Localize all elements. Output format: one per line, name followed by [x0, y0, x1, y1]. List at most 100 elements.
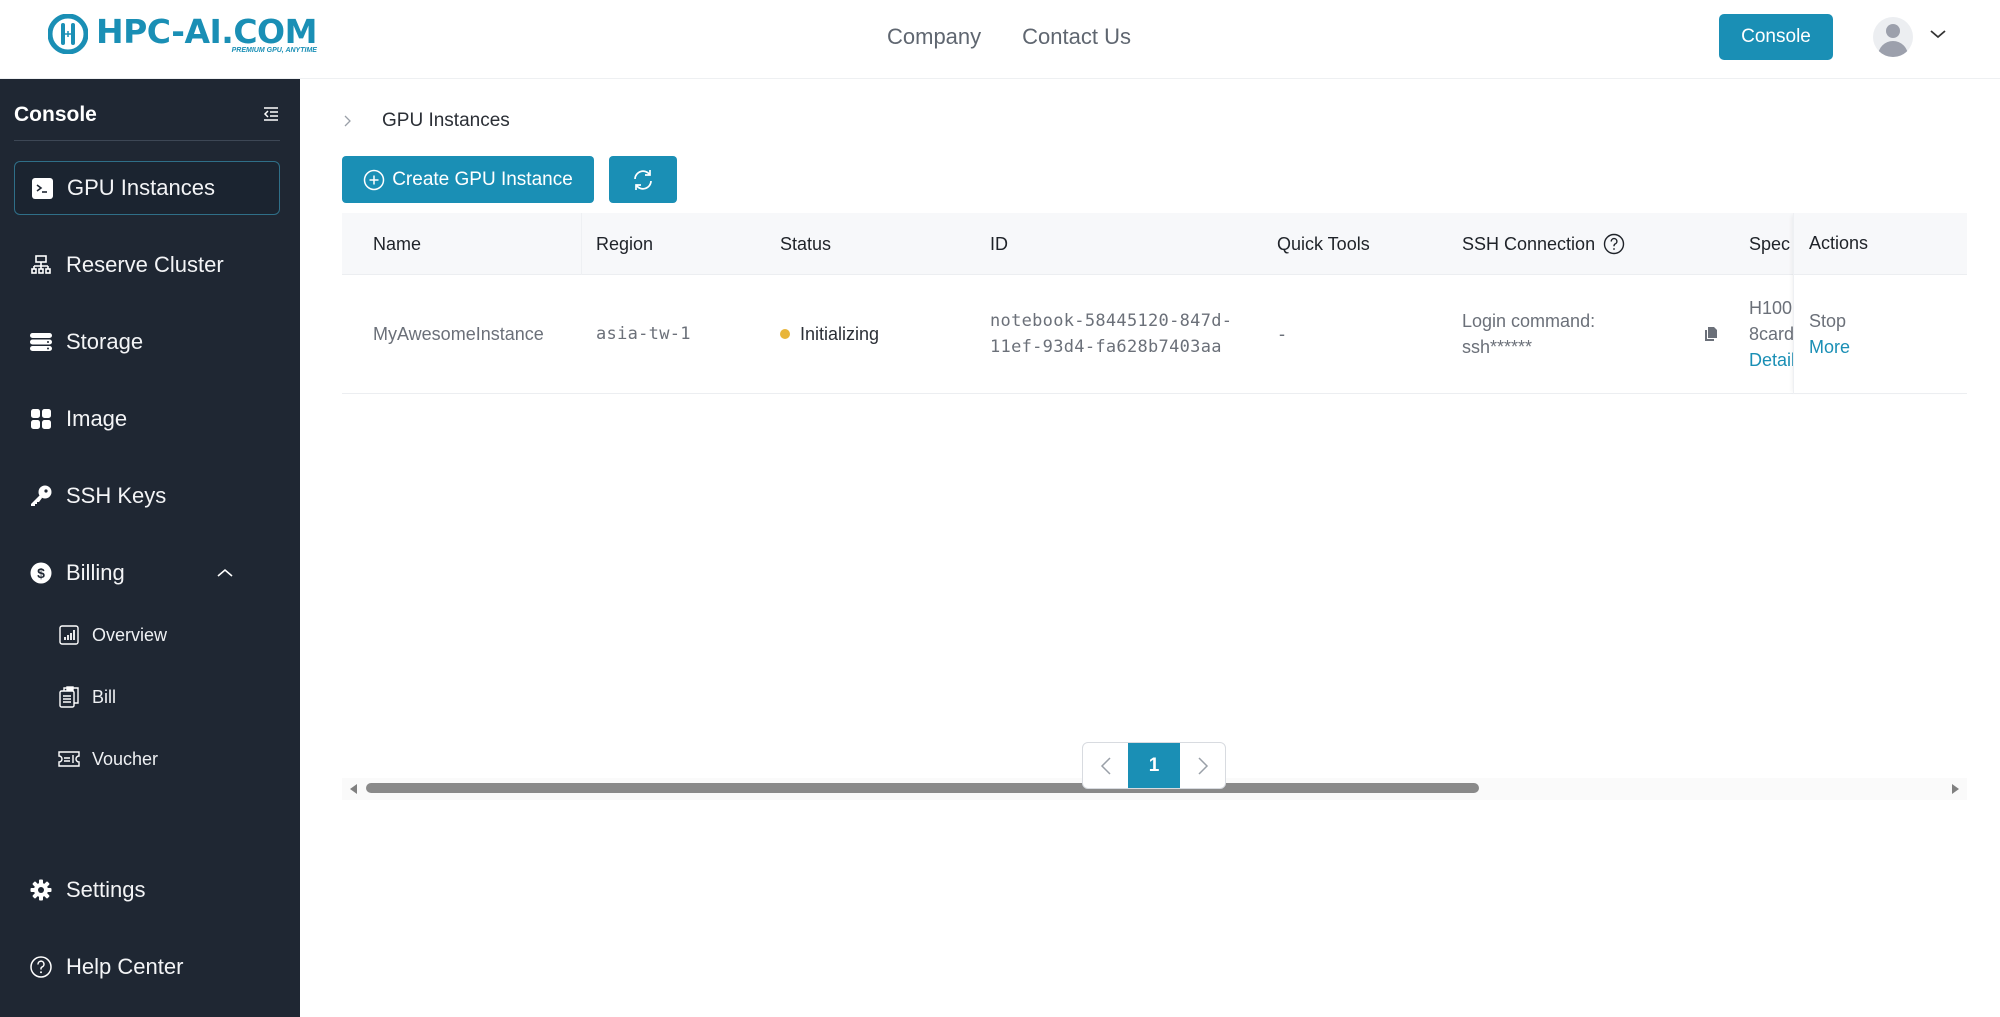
sidebar-item-label: Storage — [66, 329, 144, 354]
cell-spec: H100 8card Details — [1749, 275, 1793, 393]
nav-link-contact-us[interactable]: Contact Us — [1022, 24, 1131, 50]
table-header: Name Region Status ID Quick Tools SSH Co… — [342, 213, 1967, 275]
pagination: 1 — [1082, 742, 1226, 789]
menu-fold-icon[interactable] — [262, 105, 280, 123]
chevron-left-icon — [1100, 756, 1111, 775]
breadcrumb: GPU Instances — [342, 110, 510, 132]
sidebar-item-ssh-keys[interactable]: SSH Keys — [14, 469, 280, 523]
sidebar-subitem-voucher[interactable]: Voucher — [58, 739, 158, 779]
scrollbar-thumb[interactable] — [366, 783, 1479, 793]
sidebar-item-storage[interactable]: Storage — [14, 315, 280, 369]
stop-action[interactable]: Stop — [1809, 308, 1967, 334]
page-button-current[interactable]: 1 — [1128, 743, 1180, 788]
table-row[interactable]: MyAwesomeInstance asia-tw-1 Initializing… — [342, 275, 1967, 394]
chevron-right-icon — [344, 115, 351, 127]
sidebar-subitem-label: Bill — [92, 686, 117, 707]
sidebar-item-label: Image — [66, 406, 128, 431]
column-header-status: Status — [780, 233, 832, 254]
spec-line-2: 8card — [1749, 324, 1793, 344]
logo-icon — [48, 14, 88, 54]
sidebar-subitem-label: Overview — [92, 624, 168, 645]
svg-text:$: $ — [37, 565, 45, 581]
refresh-icon — [634, 169, 652, 190]
scroll-left-icon[interactable] — [350, 784, 357, 794]
sidebar-item-label: GPU Instances — [67, 175, 215, 200]
column-header-spec: Spec — [1749, 233, 1791, 254]
brand-name: HPC-AI.COM — [96, 11, 317, 51]
nav-link-company[interactable]: Company — [887, 24, 981, 50]
help-circle-icon[interactable] — [1603, 233, 1625, 255]
cell-ssh-connection: Login command: ssh****** — [1462, 275, 1595, 393]
ticket-icon — [58, 748, 80, 770]
terminal-icon — [31, 177, 53, 199]
actions-column: Actions Stop More — [1793, 213, 1967, 394]
sidebar-item-help-center[interactable]: Help Center — [14, 940, 280, 994]
copy-button[interactable] — [1704, 275, 1718, 393]
sidebar-item-label: SSH Keys — [66, 483, 167, 508]
sidebar-item-label: Help Center — [66, 954, 184, 979]
column-header-id: ID — [990, 233, 1008, 254]
sidebar-item-billing[interactable]: $ Billing — [14, 546, 280, 600]
sidebar-subitem-bill[interactable]: Bill — [58, 677, 116, 717]
sidebar-item-gpu-instances[interactable]: GPU Instances — [14, 161, 280, 215]
sidebar-header: Console — [14, 101, 280, 141]
status-text: Initializing — [800, 323, 880, 344]
top-nav: Company Contact Us — [887, 24, 1131, 50]
cell-name: MyAwesomeInstance — [373, 323, 544, 344]
cell-quick-tools: - — [1279, 323, 1285, 344]
spec-details-link[interactable]: Details — [1749, 347, 1793, 373]
chart-icon — [58, 624, 80, 646]
chevron-up-icon[interactable] — [216, 567, 234, 579]
next-page-button[interactable] — [1180, 743, 1225, 788]
key-icon — [30, 485, 52, 507]
refresh-button[interactable] — [609, 156, 677, 203]
chevron-down-icon[interactable] — [1929, 28, 1947, 40]
copy-icon — [1705, 327, 1717, 341]
help-circle-icon — [30, 956, 52, 978]
storage-icon — [30, 331, 52, 353]
prev-page-button[interactable] — [1083, 743, 1128, 788]
ssh-label: Login command: — [1462, 311, 1596, 331]
breadcrumb-current: GPU Instances — [382, 110, 510, 131]
plus-circle-icon — [363, 169, 385, 190]
id-line-1: notebook-58445120-847d- — [990, 311, 1233, 331]
sidebar-item-label: Settings — [66, 877, 146, 902]
sidebar: Console GPU Instances Reserve Cluster St… — [0, 79, 300, 1017]
sidebar-item-settings[interactable]: Settings — [14, 863, 280, 917]
cell-actions: Stop More — [1794, 275, 1967, 394]
ssh-value: ssh****** — [1462, 337, 1533, 357]
create-gpu-instance-button[interactable]: Create GPU Instance — [342, 156, 594, 203]
column-header-actions: Actions — [1794, 213, 1967, 275]
instances-table: Name Region Status ID Quick Tools SSH Co… — [342, 213, 1967, 473]
scroll-right-icon[interactable] — [1952, 784, 1959, 794]
sidebar-subitem-label: Voucher — [92, 748, 159, 769]
spec-line-1: H100 — [1749, 298, 1793, 318]
gear-icon — [30, 879, 52, 901]
ssh-header-label: SSH Connection — [1462, 233, 1596, 254]
sidebar-item-reserve-cluster[interactable]: Reserve Cluster — [14, 238, 280, 292]
sidebar-title: Console — [14, 103, 97, 126]
id-line-2: 11ef-93d4-fa628b7403aa — [990, 337, 1222, 357]
create-button-label: Create GPU Instance — [392, 168, 573, 190]
cell-id: notebook-58445120-847d- 11ef-93d4-fa628b… — [990, 275, 1232, 393]
sidebar-subitem-overview[interactable]: Overview — [58, 615, 167, 655]
more-action[interactable]: More — [1809, 334, 1967, 360]
column-header-name: Name — [373, 233, 422, 254]
user-avatar-icon[interactable] — [1873, 17, 1913, 57]
column-header-quick-tools: Quick Tools — [1277, 233, 1370, 254]
clipboard-icon — [58, 686, 80, 708]
brand-tagline: PREMIUM GPU, ANYTIME — [231, 46, 317, 54]
column-header-ssh-connection: SSH Connection — [1462, 213, 1625, 275]
main-content: GPU Instances Create GPU Instance Name R… — [300, 79, 2000, 1017]
chevron-right-icon — [1197, 756, 1208, 775]
cluster-icon — [30, 254, 52, 276]
cell-status: Initializing — [780, 275, 879, 393]
sidebar-item-label: Reserve Cluster — [66, 252, 224, 277]
sidebar-item-label: Billing — [66, 560, 125, 585]
console-button[interactable]: Console — [1719, 14, 1833, 60]
column-header-region: Region — [596, 233, 654, 254]
sidebar-item-image[interactable]: Image — [14, 392, 280, 446]
dollar-icon: $ — [30, 562, 52, 584]
brand-logo[interactable]: HPC-AI.COM PREMIUM GPU, ANYTIME — [48, 14, 317, 54]
status-dot — [780, 329, 790, 339]
